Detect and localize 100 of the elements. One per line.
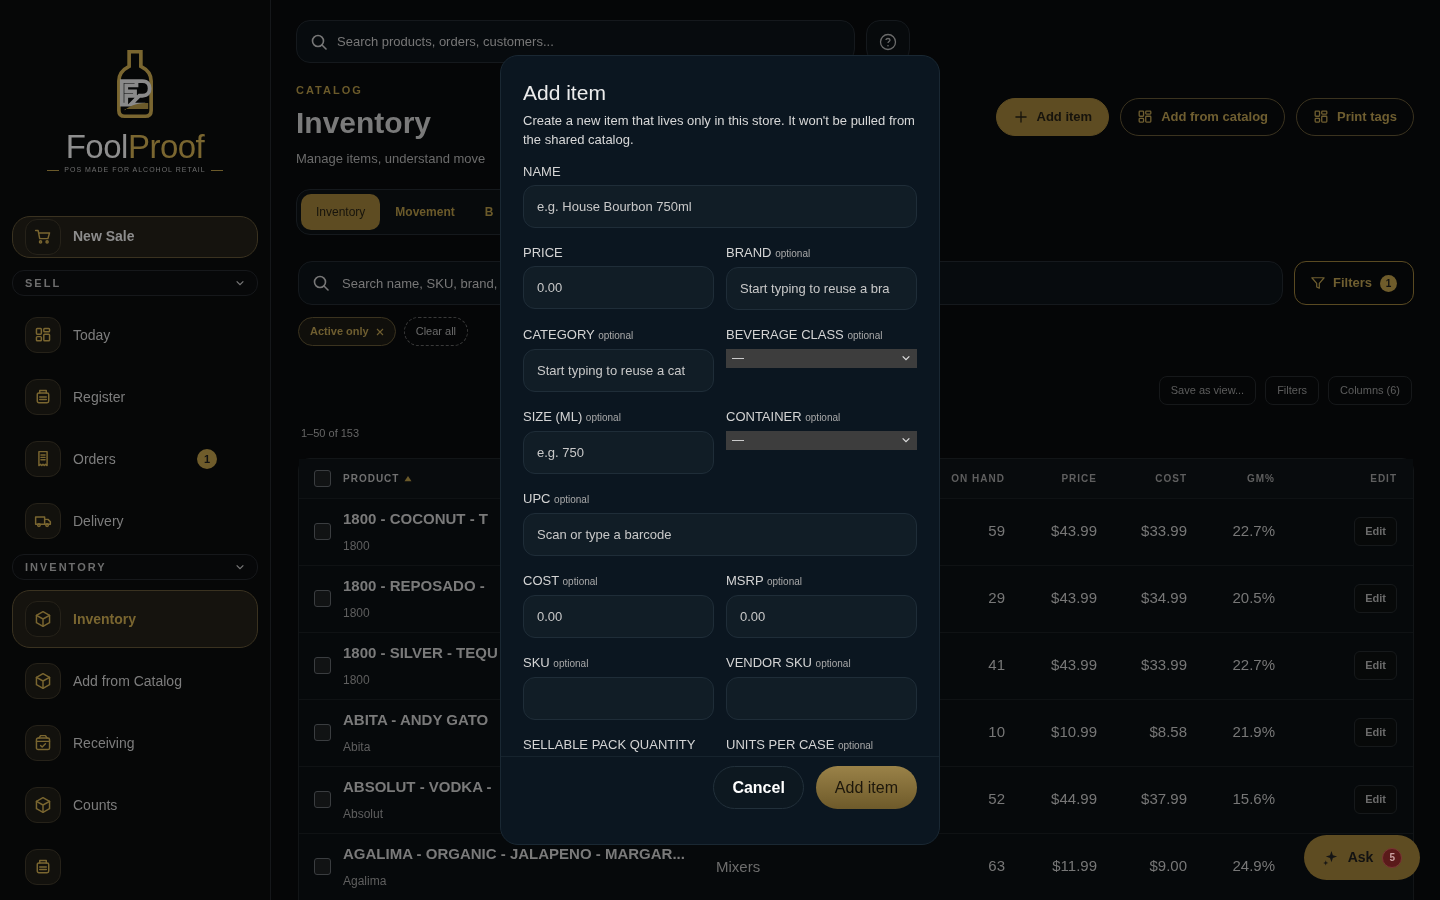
dropdown[interactable]: — bbox=[726, 430, 917, 450]
input-field[interactable]: Start typing to reuse a bra bbox=[726, 266, 917, 310]
input-field[interactable]: Scan or type a barcode bbox=[523, 512, 917, 556]
table-cell: $33.99 bbox=[1141, 522, 1187, 540]
column-header[interactable]: GM% bbox=[1247, 472, 1275, 484]
product-name: ABSOLUT - VODKA - bbox=[343, 777, 492, 798]
section-header[interactable]: INVENTORY bbox=[12, 554, 258, 580]
field-label: MSRP optional bbox=[726, 572, 802, 589]
table-cell: 21.9% bbox=[1232, 723, 1275, 741]
brand-name: 1800 bbox=[343, 537, 370, 555]
grid-icon bbox=[1137, 109, 1154, 125]
brand-name: 1800 bbox=[343, 671, 370, 689]
product-name: 1800 - COCONUT - T bbox=[343, 509, 489, 530]
checkbox[interactable] bbox=[314, 590, 331, 607]
table-cell: 24.9% bbox=[1232, 857, 1275, 875]
table-cell: 22.7% bbox=[1232, 522, 1275, 540]
column-header[interactable]: PRICE bbox=[1061, 472, 1097, 484]
nav-item[interactable]: Orders 1 bbox=[12, 430, 258, 489]
table-cell: $8.58 bbox=[1149, 723, 1187, 741]
input-field[interactable]: e.g. 750 bbox=[523, 430, 714, 474]
cancel-button[interactable]: Cancel bbox=[713, 766, 804, 809]
input-field[interactable]: 0.00 bbox=[726, 594, 917, 638]
table-cell: 20.5% bbox=[1232, 589, 1275, 607]
column-header[interactable]: COST bbox=[1155, 472, 1187, 484]
tab[interactable]: B bbox=[469, 194, 509, 230]
nav-item[interactable]: Today bbox=[12, 306, 258, 365]
nav-item[interactable]: Delivery bbox=[12, 492, 258, 551]
table-cell: 59 bbox=[988, 522, 1005, 540]
table-cell: $10.99 bbox=[1051, 723, 1097, 741]
box-icon bbox=[34, 610, 52, 628]
checkbox[interactable] bbox=[314, 469, 331, 487]
toolbar-button[interactable]: Filters bbox=[1265, 376, 1320, 405]
dropdown[interactable]: — bbox=[726, 348, 917, 368]
table-cell: 52 bbox=[988, 790, 1005, 808]
filter-icon bbox=[1311, 276, 1325, 290]
table-cell: 63 bbox=[988, 857, 1005, 875]
table-cell: $43.99 bbox=[1051, 656, 1097, 674]
table-cell: Mixers bbox=[716, 857, 761, 875]
checkbox[interactable] bbox=[314, 858, 331, 875]
field-label: VENDOR SKU optional bbox=[726, 654, 851, 671]
column-header[interactable]: EDIT bbox=[1370, 472, 1397, 484]
input-field[interactable]: e.g. House Bourbon 750ml bbox=[523, 184, 917, 228]
table-cell: 22.7% bbox=[1232, 656, 1275, 674]
table-cell: $43.99 bbox=[1051, 522, 1097, 540]
input-field[interactable] bbox=[523, 676, 714, 720]
edit-button[interactable]: Edit bbox=[1354, 785, 1397, 814]
plus-icon bbox=[1012, 109, 1029, 125]
product-name: 1800 - SILVER - TEQU bbox=[343, 643, 498, 664]
field-label: SKU optional bbox=[523, 654, 589, 671]
checkbox[interactable] bbox=[314, 523, 331, 540]
nav-item[interactable]: Register bbox=[12, 368, 258, 427]
section-header[interactable]: SELL bbox=[12, 270, 258, 297]
add-item-button[interactable]: Add item bbox=[995, 98, 1110, 136]
edit-button[interactable]: Edit bbox=[1354, 718, 1397, 747]
edit-button[interactable]: Edit bbox=[1354, 651, 1397, 680]
checkbox[interactable] bbox=[314, 724, 331, 741]
input-field[interactable]: 0.00 bbox=[523, 594, 714, 638]
field-label: SELLABLE PACK QUANTITY bbox=[523, 736, 696, 752]
nav-item[interactable]: Counts bbox=[12, 776, 258, 834]
nav-item[interactable]: Inventory bbox=[12, 590, 258, 648]
brand-name: 1800 bbox=[343, 604, 370, 622]
ask-button[interactable]: Ask 5 bbox=[1304, 835, 1420, 880]
edit-button[interactable]: Edit bbox=[1354, 517, 1397, 546]
new-sale-button[interactable]: New Sale bbox=[12, 215, 258, 259]
table-cell: $34.99 bbox=[1141, 589, 1187, 607]
close-icon bbox=[375, 327, 384, 336]
field-label: UNITS PER CASE optional bbox=[726, 736, 873, 753]
dialog-description: Create a new item that lives only in this store. It won't be pulled from the shared catalog. bbox=[523, 112, 916, 150]
table-cell: $44.99 bbox=[1051, 790, 1097, 808]
brand-name: Agalima bbox=[343, 872, 387, 890]
page-subtitle: Manage items, understand move bbox=[296, 149, 486, 168]
input-field[interactable] bbox=[726, 676, 917, 720]
table-cell: $11.99 bbox=[1052, 857, 1097, 875]
count-badge: 1 bbox=[197, 449, 217, 470]
filters-button[interactable]: Filters 1 bbox=[1294, 261, 1414, 305]
table-cell: 41 bbox=[988, 656, 1005, 674]
submit-button[interactable]: Add item bbox=[815, 766, 917, 809]
table-cell: $33.99 bbox=[1141, 656, 1187, 674]
count-badge: 1 bbox=[1380, 274, 1397, 292]
toolbar-button[interactable]: Save as view... bbox=[1158, 376, 1257, 405]
tab[interactable]: Movement bbox=[380, 194, 470, 230]
nav-item[interactable]: Receiving bbox=[12, 714, 258, 772]
field-label: PRICE bbox=[523, 244, 563, 260]
checkbox[interactable] bbox=[314, 657, 331, 674]
box-icon bbox=[34, 796, 52, 814]
column-header[interactable]: PRODUCT bbox=[343, 472, 400, 484]
field-label: BEVERAGE CLASS optional bbox=[726, 326, 883, 343]
filter-chip[interactable]: Active only bbox=[298, 317, 396, 346]
input-field[interactable]: Start typing to reuse a cat bbox=[523, 348, 714, 392]
search-icon bbox=[313, 275, 329, 291]
input-field[interactable]: 0.00 bbox=[523, 265, 714, 309]
count-badge: 5 bbox=[1382, 847, 1403, 868]
table-cell: $37.99 bbox=[1141, 790, 1187, 808]
nav-item[interactable]: Add from Catalog bbox=[12, 652, 258, 710]
toolbar-button[interactable]: Columns (6) bbox=[1328, 376, 1412, 405]
checkbox[interactable] bbox=[314, 791, 331, 808]
tab[interactable]: Inventory bbox=[301, 194, 381, 230]
column-header[interactable]: ON HAND bbox=[951, 472, 1005, 484]
edit-button[interactable]: Edit bbox=[1354, 584, 1397, 613]
section-label: CATALOG bbox=[296, 83, 363, 98]
